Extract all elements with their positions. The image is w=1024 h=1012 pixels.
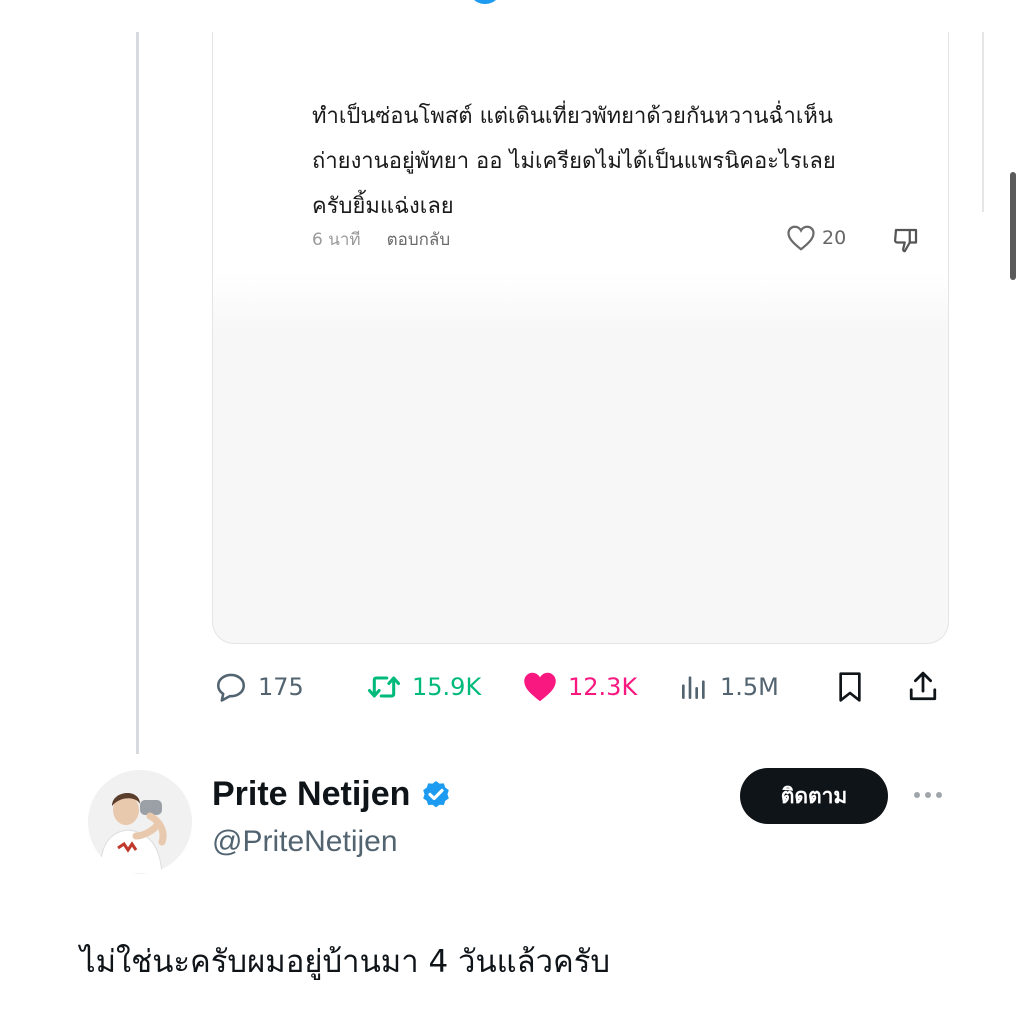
views-button[interactable]: 1.5M (678, 665, 779, 709)
heart-outline-icon (787, 225, 815, 251)
share-button[interactable] (906, 665, 940, 709)
bookmark-icon (839, 672, 861, 702)
reply-button[interactable]: 175 (214, 665, 304, 709)
comment-icon (216, 673, 246, 702)
views-count: 1.5M (720, 673, 779, 701)
verified-badge-icon (423, 780, 450, 807)
comment-text: ทำเป็นซ่อนโพสต์ แต่เดินเที่ยวพัทยาด้วยกั… (312, 104, 836, 219)
share-icon (909, 671, 937, 701)
like-count: 12.3K (568, 673, 638, 701)
repost-count: 15.9K (412, 673, 482, 701)
divider (982, 32, 984, 212)
repost-button[interactable]: 15.9K (366, 665, 481, 709)
author-handle[interactable]: @PriteNetijen (212, 825, 398, 859)
more-icon (914, 792, 942, 798)
loading-indicator (468, 0, 502, 4)
repost-icon (367, 676, 401, 698)
views-icon (682, 676, 705, 699)
thread-line (136, 32, 139, 754)
scrollbar[interactable] (1010, 172, 1016, 280)
author-name-row[interactable]: Prite Netijen (212, 775, 452, 814)
avatar[interactable] (88, 770, 192, 874)
author-display-name[interactable]: Prite Netijen (212, 775, 410, 814)
comment-meta: 6 นาที ตอบกลับ (312, 226, 450, 253)
post-action-bar: 175 15.9K 12.3K 1.5M (212, 665, 952, 709)
comment-like-count: 20 (822, 227, 847, 249)
comment-time: 6 นาที (312, 230, 361, 250)
avatar-image (88, 770, 192, 874)
bookmark-button[interactable] (834, 665, 866, 709)
post-text: ไม่ใช่นะครับผมอยู่บ้านมา 4 วันแล้วครับ (80, 944, 611, 980)
like-button[interactable]: 12.3K (522, 665, 637, 709)
reply-count: 175 (258, 673, 304, 701)
dislike-icon[interactable] (890, 225, 922, 255)
comment-reply-button[interactable]: ตอบกลับ (387, 226, 451, 253)
comment-like-button[interactable]: 20 (786, 224, 846, 252)
heart-icon (524, 672, 556, 702)
follow-button[interactable]: ติดตาม (740, 768, 888, 824)
more-button[interactable] (908, 782, 948, 808)
